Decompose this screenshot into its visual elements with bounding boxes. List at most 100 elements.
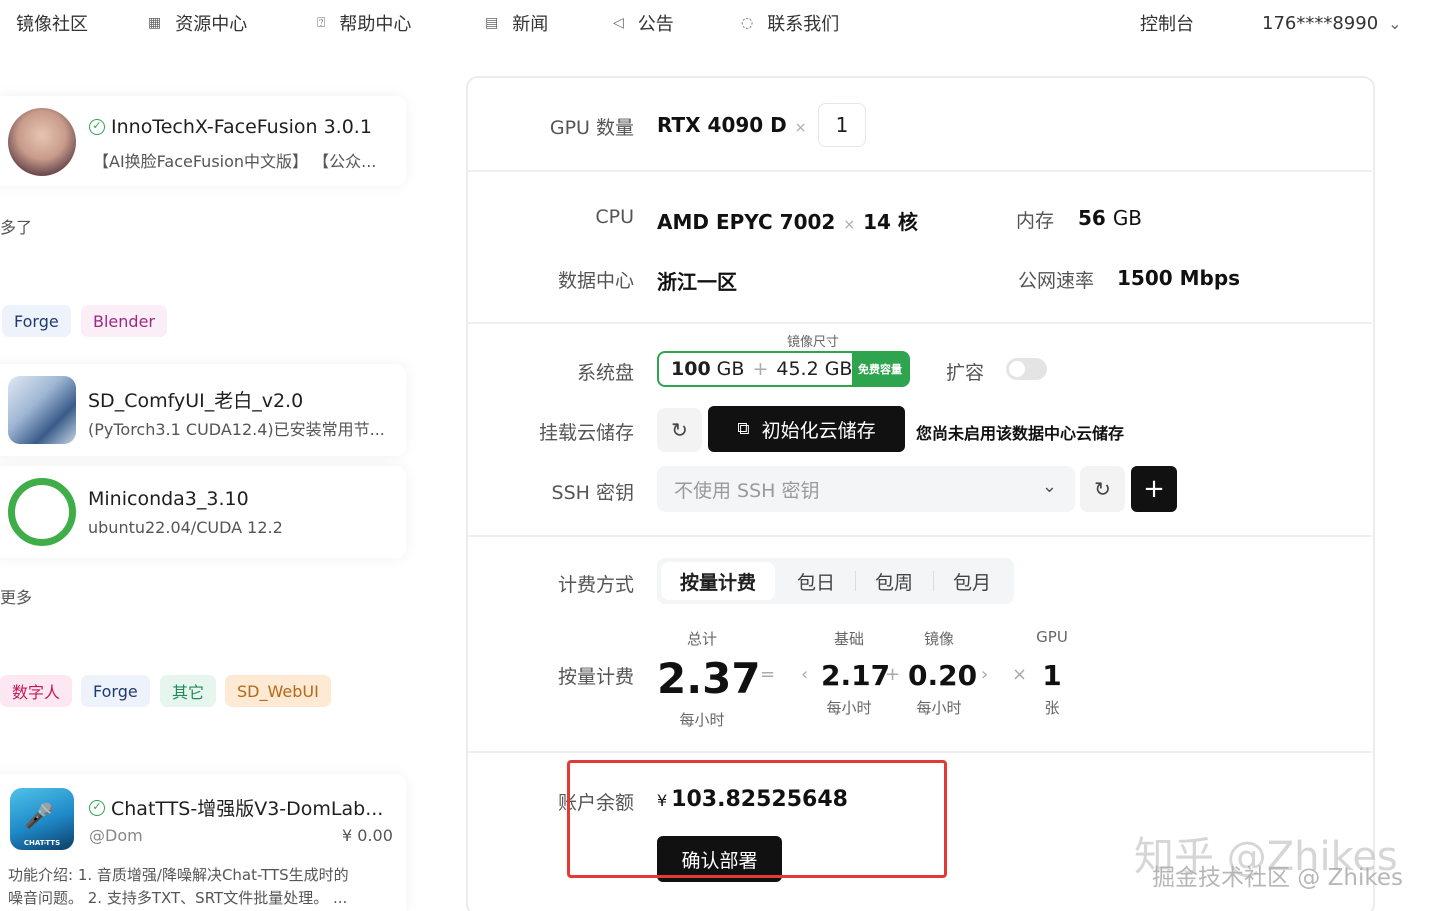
card-title-text: ChatTTS-增强版V3-DomLab... [111, 798, 384, 820]
see-more-link[interactable]: 更多 [0, 584, 32, 608]
billing-method-tabs: 按量计费 包日 包周 包月 [657, 558, 1014, 604]
ssh-key-label: SSH 密钥 [551, 482, 634, 504]
divider [468, 322, 1372, 324]
refresh-cloud-button[interactable]: ↻ [657, 408, 702, 452]
gpu-count-input[interactable]: 1 [818, 103, 866, 147]
ssh-key-select[interactable]: 不使用 SSH 密钥 ⌄ [657, 466, 1075, 512]
refresh-icon: ↻ [671, 418, 688, 442]
cloud-storage-note: 您尚未启用该数据中心云储存 [916, 424, 1125, 443]
init-cloud-storage-button[interactable]: ⧉ 初始化云储存 [708, 406, 905, 452]
card-title: SD_ComfyUI_老白_v2.0 [88, 390, 304, 412]
card-title: ✓ ChatTTS-增强版V3-DomLab... [89, 794, 383, 821]
button-label: 初始化云储存 [761, 419, 876, 442]
nav-item-resources[interactable]: ▦ 资源中心 [148, 10, 247, 36]
image-unit: 每小时 [916, 699, 962, 717]
help-icon: ⍰ [317, 15, 326, 31]
nav-item-announcements[interactable]: ◁ 公告 [613, 10, 674, 36]
tag-other[interactable]: 其它 [160, 675, 217, 707]
memory-value: 56 GB [1078, 206, 1142, 230]
verified-icon: ✓ [89, 119, 105, 135]
card-subtitle: 【AI换脸FaceFusion中文版】 【公众... [93, 152, 377, 171]
user-phone: 176****8990 [1262, 12, 1379, 34]
card-title: ✓ InnoTechX-FaceFusion 3.0.1 [89, 116, 372, 138]
plus-icon: + [1143, 474, 1165, 504]
total-unit: 每小时 [679, 711, 725, 729]
memory-label: 内存 [1015, 210, 1054, 232]
datacenter-label: 数据中心 [557, 270, 634, 292]
headset-icon: ◌ [741, 15, 754, 31]
microphone-icon: 🎤 [24, 802, 54, 830]
image-card-facefusion[interactable]: ✓ InnoTechX-FaceFusion 3.0.1 【AI换脸FaceFus… [0, 96, 406, 186]
times-sign: × [794, 120, 807, 136]
system-disk-field[interactable]: 100 GB + 45.2 GB 免费容量 [657, 351, 910, 387]
cloud-storage-label: 挂载云储存 [538, 422, 634, 444]
tab-weekly[interactable]: 包周 [855, 558, 933, 604]
card-title-text: InnoTechX-FaceFusion 3.0.1 [111, 116, 372, 138]
billing-method-label: 计费方式 [557, 574, 634, 596]
avatar [8, 108, 76, 176]
nav-brand[interactable]: 镜像社区 [16, 10, 88, 36]
nav-brand-label: 镜像社区 [16, 14, 88, 35]
free-capacity-badge: 免费容量 [852, 353, 908, 385]
divider [468, 535, 1372, 537]
tab-pay-as-you-go[interactable]: 按量计费 [661, 562, 775, 600]
base-caption: 基础 [833, 630, 864, 648]
gpu-multiplier: 1 [1042, 659, 1062, 692]
grid-icon: ▦ [148, 15, 162, 31]
miniconda-logo-icon [8, 478, 76, 546]
gpu-model-text: RTX 4090 D [657, 113, 787, 137]
tab-daily[interactable]: 包日 [777, 558, 855, 604]
see-more-link[interactable]: 多了 [0, 214, 32, 238]
nav-item-label: 资源中心 [175, 14, 248, 35]
nav-console[interactable]: 控制台 [1140, 10, 1194, 36]
gpu-model: RTX 4090 D × [657, 113, 815, 137]
plus-sign: + [752, 358, 769, 380]
user-menu[interactable]: 176****8990 ⌄ [1262, 10, 1402, 36]
chevron-down-icon: ⌄ [1388, 13, 1402, 33]
memory-amount: 56 [1078, 206, 1106, 230]
chevron-down-icon: ⌄ [1041, 476, 1057, 497]
price-label: 按量计费 [557, 666, 634, 688]
card-title: Miniconda3_3.10 [88, 488, 249, 510]
times-sign: × [843, 217, 856, 233]
image-card-miniconda[interactable]: Miniconda3_3.10 ubuntu22.04/CUDA 12.2 [0, 466, 406, 558]
plus-sign: + [885, 664, 901, 685]
image-card-chattts[interactable]: 🎤 CHAT-TTS ✓ ChatTTS-增强版V3-DomLab... @Dom… [0, 774, 406, 911]
nav-item-news[interactable]: ▤ 新闻 [485, 10, 548, 36]
system-disk-label: 系统盘 [576, 362, 634, 384]
expand-toggle[interactable] [1006, 358, 1047, 380]
disk-unit: GB [716, 358, 745, 380]
avatar-label: CHAT-TTS [23, 839, 61, 847]
megaphone-icon: ◁ [613, 15, 624, 31]
nav-console-label: 控制台 [1140, 14, 1194, 35]
bracket-right: › [981, 664, 989, 685]
tag-forge[interactable]: Forge [81, 675, 150, 707]
tab-monthly[interactable]: 包月 [933, 558, 1011, 604]
memory-unit: GB [1112, 206, 1143, 230]
add-ssh-key-button[interactable]: + [1131, 466, 1177, 512]
image-size: 45.2 GB [776, 358, 853, 380]
top-nav: 镜像社区 ▦ 资源中心 ⍰ 帮助中心 ▤ 新闻 ◁ 公告 ◌ 联系我们 控制台 176**… [0, 0, 1440, 46]
avatar: 🎤 CHAT-TTS [10, 788, 74, 850]
tag-sd-webui[interactable]: SD_WebUI [225, 675, 331, 707]
cpu-model: AMD EPYC 7002 [657, 210, 836, 234]
nav-item-label: 新闻 [512, 14, 549, 35]
external-link-icon: ⧉ [737, 419, 750, 439]
nav-item-contact[interactable]: ◌ 联系我们 [741, 10, 839, 36]
gpu-count-label: GPU 数量 [549, 117, 634, 139]
watermark-juejin: 掘金技术社区 @ Zhikes [1152, 865, 1403, 891]
refresh-ssh-button[interactable]: ↻ [1080, 466, 1125, 512]
card-price: ¥ 0.00 [342, 826, 393, 845]
base-unit: 每小时 [826, 699, 872, 717]
nav-item-help[interactable]: ⍰ 帮助中心 [317, 10, 411, 36]
tag-blender[interactable]: Blender [81, 305, 167, 337]
bracket-left: ‹ [801, 664, 809, 685]
tag-digital-human[interactable]: 数字人 [0, 675, 73, 707]
card-description: 功能介绍: 1. 音质增强/降噪解决Chat-TTS生成时的 [8, 866, 349, 884]
tag-forge[interactable]: Forge [2, 305, 71, 337]
image-card-comfyui[interactable]: SD_ComfyUI_老白_v2.0 (PyTorch3.1 CUDA12.4)… [0, 364, 406, 456]
ssh-key-placeholder: 不使用 SSH 密钥 [674, 479, 820, 502]
gpu-unit: 张 [1044, 699, 1060, 717]
base-price: 2.17 [821, 659, 891, 692]
bandwidth-label: 公网速率 [1017, 270, 1094, 292]
